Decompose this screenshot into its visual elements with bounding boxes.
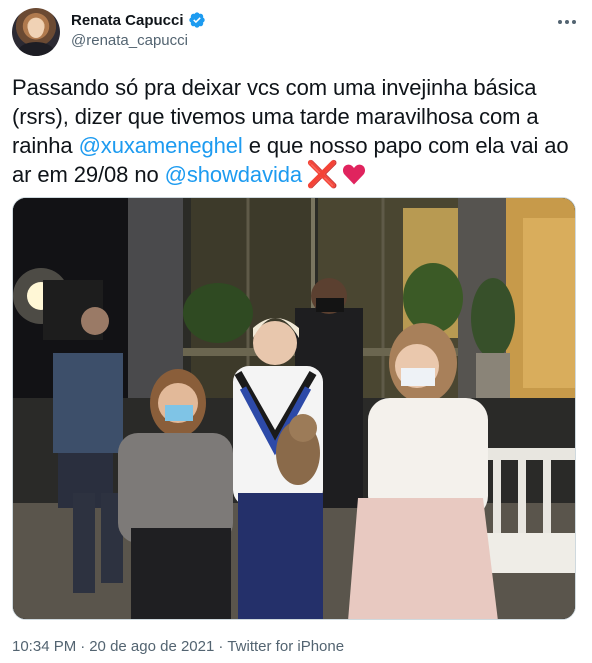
tweet-date[interactable]: 20 de ago de 2021: [89, 638, 214, 655]
avatar-body: [18, 42, 54, 56]
photo-scene: [13, 198, 575, 619]
verified-badge-icon: [188, 12, 205, 28]
author-handle[interactable]: @renata_capucci: [71, 32, 188, 49]
tweet-source[interactable]: Twitter for iPhone: [227, 638, 344, 655]
tweet-meta: 10:34 PM · 20 de ago de 2021 · Twitter for i…: [12, 638, 344, 655]
tweet-time[interactable]: 10:34 PM: [12, 638, 76, 655]
meta-separator: ·: [80, 638, 86, 655]
meta-separator: ·: [218, 638, 224, 655]
more-dot: [565, 20, 569, 24]
tweet-photo[interactable]: [12, 197, 576, 620]
display-name[interactable]: Renata Capucci: [71, 12, 184, 29]
avatar[interactable]: [12, 8, 60, 56]
more-dot: [558, 20, 562, 24]
avatar-face: [28, 18, 44, 38]
author-name-row: Renata Capucci: [71, 11, 206, 29]
cross-mark-emoji: ❌: [306, 159, 339, 189]
mention-xuxameneghel[interactable]: @xuxameneghel: [79, 133, 243, 158]
more-options-icon[interactable]: [552, 10, 582, 34]
heart-emoji-icon: [343, 164, 366, 185]
tweet: Renata Capucci @renata_capucci Passando …: [0, 0, 592, 663]
tweet-text: Passando só pra deixar vcs com uma invej…: [12, 73, 584, 189]
mention-showdavida[interactable]: @showdavida: [165, 162, 303, 187]
more-dot: [572, 20, 576, 24]
